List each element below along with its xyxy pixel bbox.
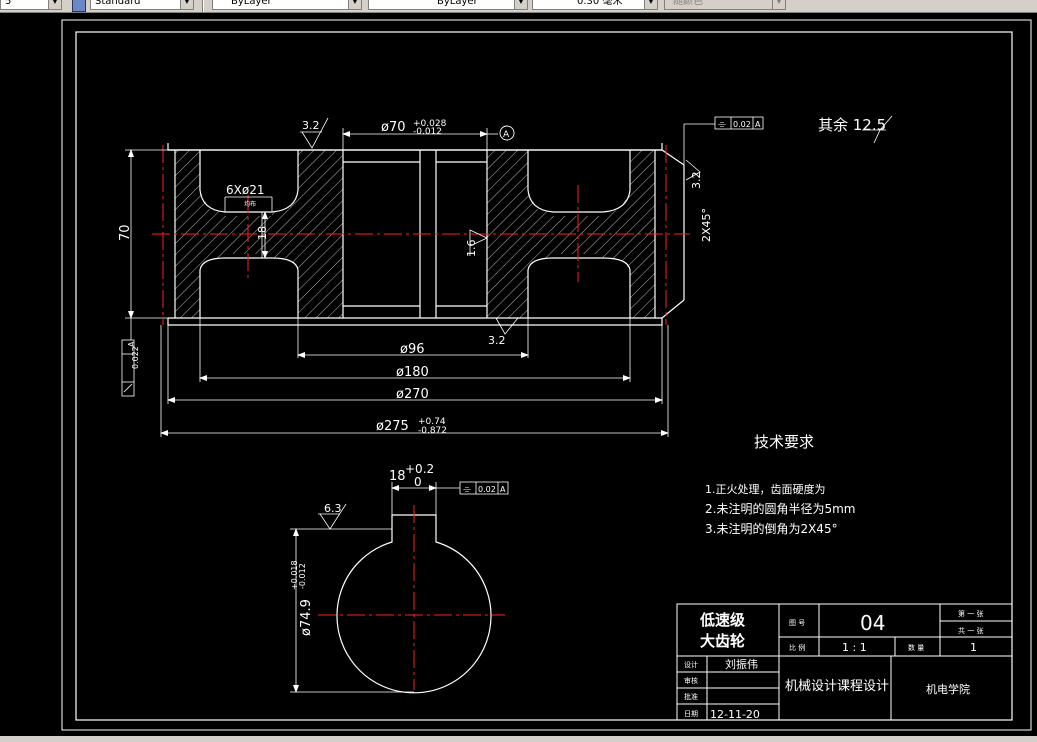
keyway-upper: +0.2: [405, 462, 434, 476]
depth-dim: ø74.9: [299, 599, 314, 636]
dim-bore-lower: -0.012: [413, 127, 442, 137]
tech-req-item-2: 2.未注明的圆角半径为5mm: [705, 501, 855, 516]
svg-text:⌯: ⌯: [718, 119, 726, 130]
roughness-right: 3.2: [690, 172, 703, 190]
runout-frame: A 0.022: [121, 339, 140, 397]
depth-lower: -0.012: [298, 563, 307, 589]
svg-text:A: A: [755, 120, 761, 129]
svg-text:⌯: ⌯: [463, 484, 471, 495]
qty-label: 数 量: [908, 643, 924, 652]
chevron-down-icon: ▼: [348, 0, 361, 9]
web-thickness-label: 18: [256, 226, 269, 240]
dimstyle-combo-value: 5: [5, 0, 12, 7]
dim-d96: ø96: [400, 342, 425, 357]
check-label: 审核: [684, 676, 698, 685]
lineweight-combo[interactable]: 0.30 毫米 ▼: [532, 0, 658, 10]
properties-toolbar: 5 ▼ Standard ▼ ByLayer ▼ ByLayer ▼ 0.30 …: [0, 0, 1037, 13]
qty-value: 1: [970, 641, 977, 654]
chevron-down-icon: ▼: [180, 0, 193, 9]
tech-req-item-1: 1.正火处理，齿面硬度为: [705, 482, 826, 496]
date-value: 12-11-20: [710, 708, 760, 721]
flatness-frame: ⌯ 0.02 A: [714, 116, 764, 130]
width-label: 70: [118, 224, 133, 241]
approve-label: 批准: [684, 692, 698, 701]
design-label: 设计: [684, 660, 698, 669]
keyway-tol-frame: ⌯ 0.02 A: [459, 481, 509, 495]
part-name-line2: 大齿轮: [700, 632, 745, 650]
school-name: 机电学院: [926, 682, 970, 696]
drawing-no: 04: [860, 611, 885, 635]
layer-color-combo[interactable]: ByLayer ▼: [212, 0, 362, 10]
linetype-combo[interactable]: ByLayer ▼: [368, 0, 528, 10]
dim-d275-lower: -0.872: [418, 426, 447, 436]
chevron-down-icon: ▼: [772, 0, 785, 9]
linetype-value: ByLayer: [437, 0, 478, 7]
scale-label: 比 例: [789, 643, 805, 652]
drawing-canvas[interactable]: ø70 +0.028 -0.012 3.2 3.2 3.2 1.6 2X45° …: [0, 13, 1037, 742]
drawing-no-label: 图 号: [789, 619, 805, 627]
end-view: 18 +0.2 0 6.3 ø74.9 +0.018 -0.012 ⌯ 0.02…: [290, 462, 509, 694]
dim-bore: ø70: [381, 120, 406, 135]
roughness-bottom: 3.2: [488, 334, 506, 347]
text-style-combo[interactable]: Standard ▼: [90, 0, 194, 10]
roughness-note: 其余 12.5: [818, 116, 886, 134]
dim-d275: ø275: [376, 419, 409, 434]
section-view: ø70 +0.028 -0.012 3.2 3.2 3.2 1.6 2X45° …: [118, 115, 893, 437]
sheet-label: 第 一 张: [958, 609, 983, 618]
technical-requirements: 技术要求 1.正火处理，齿面硬度为 2.未注明的圆角半径为5mm 3.未注明的倒…: [705, 433, 855, 536]
dimstyle-combo[interactable]: 5 ▼: [0, 0, 62, 10]
tech-req-title: 技术要求: [754, 433, 814, 451]
roughness-web: 1.6: [465, 240, 478, 258]
date-label: 日期: [684, 710, 698, 718]
holes-label: 6Xø21: [226, 183, 264, 197]
layer-color-value: ByLayer: [231, 0, 272, 7]
dim-d270: ø270: [396, 387, 429, 402]
part-name-line1: 低速级: [699, 611, 746, 629]
chevron-down-icon: ▼: [514, 0, 527, 9]
chevron-down-icon: ▼: [644, 0, 657, 9]
keyway-width: 18: [389, 469, 406, 484]
svg-text:A: A: [503, 130, 510, 140]
lineweight-value: 0.30 毫米: [577, 0, 623, 7]
text-style-value: Standard: [95, 0, 141, 7]
title-block: 低速级 大齿轮 图 号 04 第 一 张 共 一 张 比 例 1 : 1 数 量…: [676, 603, 1013, 721]
svg-text:0.022: 0.022: [131, 346, 140, 369]
toolbar-separator: [202, 0, 204, 12]
chamfer-label: 2X45°: [700, 208, 713, 242]
plotstyle-combo[interactable]: 随颜色 ▼: [664, 0, 786, 10]
course-name: 机械设计课程设计: [785, 679, 889, 694]
command-line-strip[interactable]: [0, 736, 1037, 742]
svg-text:0.02: 0.02: [478, 485, 496, 494]
chevron-down-icon: ▼: [48, 0, 61, 9]
designer-name: 刘振伟: [725, 657, 758, 671]
holes-sub-label: 均布: [244, 200, 256, 208]
total-label: 共 一 张: [958, 626, 983, 635]
end-roughness: 6.3: [324, 502, 342, 515]
scale-value: 1 : 1: [842, 641, 867, 654]
roughness-top: 3.2: [302, 119, 320, 132]
keyway-lower: 0: [414, 475, 422, 489]
dim-d180: ø180: [396, 365, 429, 380]
svg-text:A: A: [500, 485, 506, 494]
datum-a-symbol: A: [499, 125, 515, 141]
plotstyle-value: 随颜色: [673, 0, 703, 7]
text-style-icon[interactable]: [72, 0, 86, 12]
tech-req-item-3: 3.未注明的倒角为2X45°: [705, 521, 838, 536]
svg-text:0.02: 0.02: [733, 120, 751, 129]
